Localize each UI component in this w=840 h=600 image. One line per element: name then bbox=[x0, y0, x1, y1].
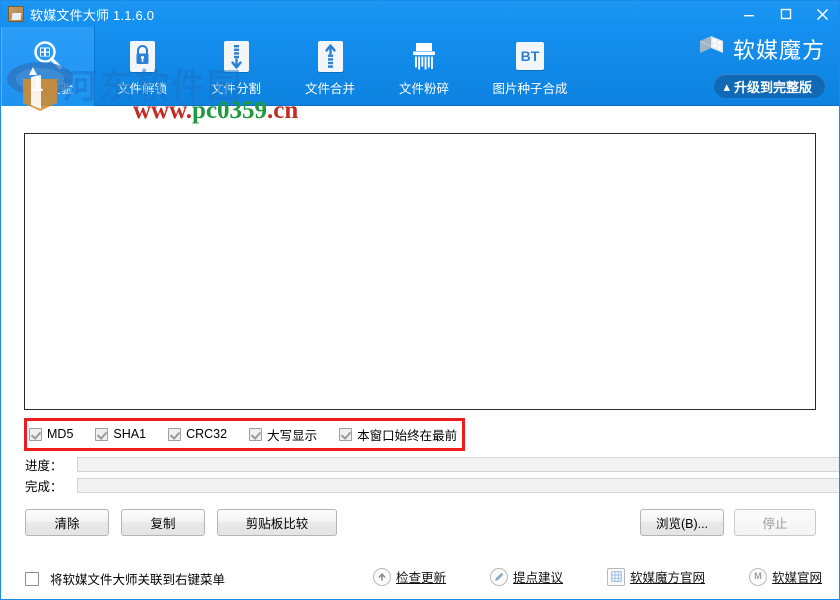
maximize-icon[interactable] bbox=[767, 1, 804, 27]
tab-file-unlock[interactable]: 文件解锁 bbox=[95, 27, 189, 106]
pencil-icon bbox=[490, 568, 508, 586]
clipboard-compare-button[interactable]: 剪贴板比较 bbox=[217, 509, 337, 536]
checkbox-always-on-top-label: 本窗口始终在最前 bbox=[357, 425, 457, 444]
associate-checkbox-label: 将软媒文件大师关联到右键菜单 bbox=[50, 569, 225, 588]
clear-button[interactable]: 清除 bbox=[25, 509, 109, 536]
grid-icon bbox=[607, 568, 625, 586]
link-suggestion-label: 提点建议 bbox=[513, 567, 563, 586]
checkbox-crc32-box[interactable] bbox=[168, 428, 181, 441]
browse-button[interactable]: 浏览(B)... bbox=[640, 509, 724, 536]
file-split-icon bbox=[224, 37, 249, 75]
application-window: 软媒文件大师 1.1.6.0 bbox=[0, 0, 840, 600]
toolbar-tabs: 文件校验 文件解锁 bbox=[1, 27, 589, 106]
checkbox-md5-box[interactable] bbox=[29, 428, 42, 441]
brand: 软媒魔方 bbox=[698, 33, 825, 65]
file-verify-icon bbox=[31, 37, 65, 75]
tab-label: 文件校验 bbox=[23, 78, 73, 97]
file-unlock-icon bbox=[130, 37, 155, 75]
upgrade-label: 升级到完整版 bbox=[734, 77, 812, 96]
m-letter-icon: M bbox=[749, 568, 767, 586]
file-merge-icon bbox=[318, 37, 343, 75]
complete-bar bbox=[77, 478, 840, 493]
checkbox-uppercase-label: 大写显示 bbox=[267, 425, 317, 444]
tab-bt-seed[interactable]: BT 图片种子合成 bbox=[471, 27, 589, 106]
progress-bar bbox=[77, 457, 840, 472]
link-check-update-label: 检查更新 bbox=[396, 567, 446, 586]
tab-file-merge[interactable]: 文件合并 bbox=[283, 27, 377, 106]
tab-label: 文件合并 bbox=[305, 78, 355, 97]
checkbox-sha1-label: SHA1 bbox=[113, 427, 146, 441]
link-cube-site[interactable]: 软媒魔方官网 bbox=[607, 567, 705, 586]
checkbox-uppercase-box[interactable] bbox=[249, 428, 262, 441]
checkbox-sha1-box[interactable] bbox=[95, 428, 108, 441]
footer-links: 检查更新 提点建议 软媒魔方官网 M 软媒官网 bbox=[373, 567, 822, 586]
window-title: 软媒文件大师 1.1.6.0 bbox=[30, 5, 154, 24]
link-ruanmei-site-label: 软媒官网 bbox=[772, 567, 822, 586]
checkbox-crc32[interactable]: CRC32 bbox=[168, 427, 227, 441]
checkbox-crc32-label: CRC32 bbox=[186, 427, 227, 441]
update-arrow-icon bbox=[373, 568, 391, 586]
tab-file-verify[interactable]: 文件校验 bbox=[1, 27, 95, 106]
link-ruanmei-site[interactable]: M 软媒官网 bbox=[749, 567, 822, 586]
copy-button[interactable]: 复制 bbox=[121, 509, 205, 536]
checkbox-uppercase[interactable]: 大写显示 bbox=[249, 425, 317, 444]
link-check-update[interactable]: 检查更新 bbox=[373, 567, 446, 586]
tab-label: 文件粉碎 bbox=[399, 78, 449, 97]
tab-label: 图片种子合成 bbox=[492, 78, 567, 97]
hash-options-row: MD5 SHA1 CRC32 大写显示 本窗口始终在最前 bbox=[29, 422, 457, 446]
tab-file-shred[interactable]: 文件粉碎 bbox=[377, 27, 471, 106]
tab-label: 文件分割 bbox=[211, 78, 261, 97]
title-bar: 软媒文件大师 1.1.6.0 bbox=[1, 1, 840, 27]
checkbox-md5[interactable]: MD5 bbox=[29, 427, 73, 441]
link-suggestion[interactable]: 提点建议 bbox=[490, 567, 563, 586]
checkbox-always-on-top-box[interactable] bbox=[339, 428, 352, 441]
tab-label: 文件解锁 bbox=[117, 78, 167, 97]
upgrade-button[interactable]: ▴ 升级到完整版 bbox=[714, 74, 825, 98]
associate-context-menu-checkbox[interactable]: 将软媒文件大师关联到右键菜单 bbox=[25, 569, 225, 588]
checkbox-always-on-top[interactable]: 本窗口始终在最前 bbox=[339, 425, 457, 444]
link-cube-site-label: 软媒魔方官网 bbox=[630, 567, 705, 586]
chevron-up-icon: ▴ bbox=[723, 80, 730, 93]
cube-logo-icon bbox=[698, 34, 725, 65]
file-list-box[interactable] bbox=[24, 133, 816, 410]
progress-label: 进度： bbox=[25, 455, 77, 474]
bt-seed-icon: BT bbox=[516, 37, 544, 75]
close-icon[interactable] bbox=[804, 1, 840, 27]
brand-text: 软媒魔方 bbox=[733, 33, 825, 65]
associate-checkbox-box[interactable] bbox=[25, 572, 39, 586]
toolbar: 文件校验 文件解锁 bbox=[1, 27, 840, 106]
checkbox-sha1[interactable]: SHA1 bbox=[95, 427, 146, 441]
minimize-icon[interactable] bbox=[730, 1, 767, 27]
complete-row: 完成： bbox=[25, 476, 840, 495]
file-shred-icon bbox=[408, 37, 440, 75]
checkbox-md5-label: MD5 bbox=[47, 427, 73, 441]
app-icon bbox=[8, 6, 24, 22]
stop-button: 停止 bbox=[734, 509, 816, 536]
tab-file-split[interactable]: 文件分割 bbox=[189, 27, 283, 106]
progress-row: 进度： bbox=[25, 455, 840, 474]
window-controls bbox=[730, 1, 840, 27]
complete-label: 完成： bbox=[25, 476, 77, 495]
